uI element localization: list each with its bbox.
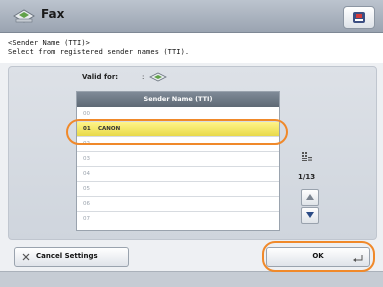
sender-name-list: Sender Name (TTI) 00 01 CANON 02 03 04 0… <box>76 91 280 231</box>
row-number: 05 <box>83 186 90 192</box>
page-title: Fax <box>41 7 65 21</box>
list-item[interactable]: 06 <box>77 197 279 212</box>
list-item[interactable]: 00 <box>77 107 279 122</box>
instruction-heading: <Sender Name (TTI)> <box>8 39 90 47</box>
row-number: 04 <box>83 171 90 177</box>
list-item[interactable]: 03 <box>77 152 279 167</box>
list-header: Sender Name (TTI) <box>77 92 279 107</box>
valid-for-label: Valid for: <box>82 73 119 81</box>
fax-machine-icon <box>13 9 35 23</box>
scroll-down-button[interactable] <box>301 207 319 224</box>
status-monitor-button[interactable] <box>343 6 375 29</box>
enter-icon <box>353 255 363 262</box>
list-item[interactable]: 02 <box>77 137 279 152</box>
footer-bar <box>0 271 383 287</box>
list-item[interactable]: 04 <box>77 167 279 182</box>
instruction-text: Select from registered sender names (TTI… <box>8 48 190 56</box>
ok-button[interactable]: OK <box>266 247 370 267</box>
row-number: 01 <box>83 126 91 132</box>
instruction-area: <Sender Name (TTI)> Select from register… <box>0 33 383 63</box>
row-number: 07 <box>83 216 90 222</box>
row-name: CANON <box>98 126 121 132</box>
row-number: 03 <box>83 156 90 162</box>
list-item-selected[interactable]: 01 CANON <box>77 122 279 137</box>
sort-icon[interactable] <box>301 151 313 163</box>
list-item[interactable]: 07 <box>77 212 279 227</box>
status-monitor-icon <box>353 12 365 23</box>
close-icon <box>22 253 30 261</box>
scroll-up-button[interactable] <box>301 189 319 206</box>
valid-for-colon: : <box>142 73 145 81</box>
cancel-button-label: Cancel Settings <box>36 252 98 260</box>
list-item[interactable]: 05 <box>77 182 279 197</box>
fax-screen: Fax <Sender Name (TTI)> Select from regi… <box>0 0 383 287</box>
row-number: 06 <box>83 201 90 207</box>
row-number: 00 <box>83 111 90 117</box>
page-indicator: 1/13 <box>298 173 316 181</box>
cancel-settings-button[interactable]: Cancel Settings <box>14 247 129 267</box>
row-number: 02 <box>83 141 90 147</box>
triangle-down-icon <box>306 212 314 218</box>
fax-machine-icon <box>149 72 167 82</box>
header-bar: Fax <box>0 0 383 33</box>
triangle-up-icon <box>306 194 314 200</box>
